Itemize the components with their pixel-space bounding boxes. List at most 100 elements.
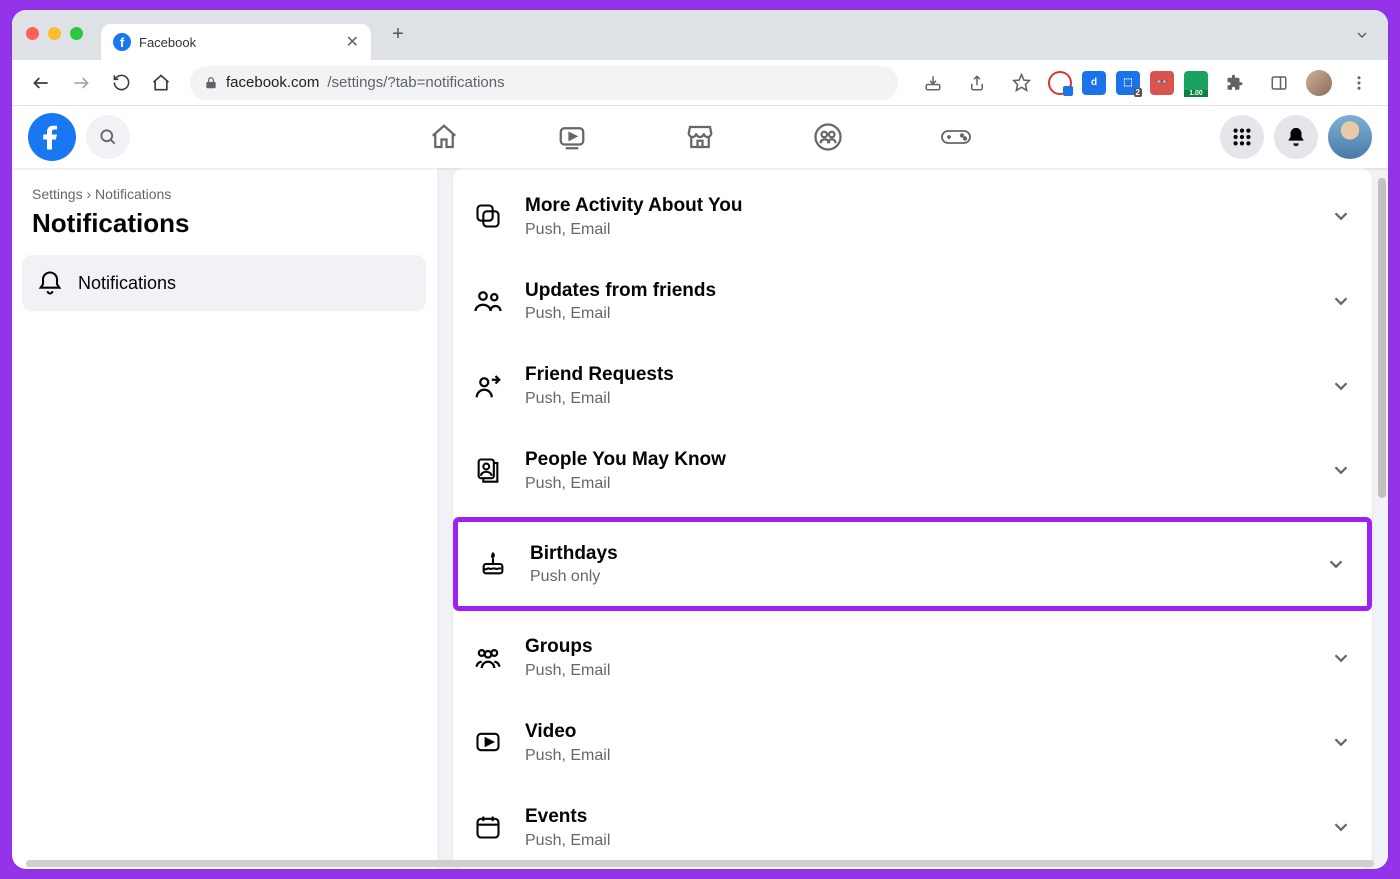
reload-button[interactable] <box>104 66 138 100</box>
home-button[interactable] <box>144 66 178 100</box>
friend-request-icon <box>473 371 503 401</box>
nav-marketplace-icon[interactable] <box>640 109 760 165</box>
chevron-down-icon <box>1330 816 1352 838</box>
extension-icon[interactable]: 👓 <box>1150 71 1174 95</box>
chevron-down-icon <box>1330 647 1352 669</box>
row-title: Events <box>525 805 1308 830</box>
kebab-menu-icon[interactable] <box>1342 66 1376 100</box>
row-sub: Push, Email <box>525 305 1308 323</box>
chevron-down-icon <box>1330 375 1352 397</box>
page-title: Notifications <box>22 208 426 255</box>
install-app-icon[interactable] <box>916 66 950 100</box>
people-icon <box>473 455 503 485</box>
row-video[interactable]: Video Push, Email <box>453 700 1372 785</box>
facebook-header <box>12 106 1388 168</box>
row-friend-requests[interactable]: Friend Requests Push, Email <box>453 343 1372 428</box>
chevron-down-icon <box>1330 459 1352 481</box>
content-area: Settings › Notifications Notifications N… <box>12 168 1388 869</box>
row-birthdays[interactable]: BirthdaysPush only <box>453 517 1372 612</box>
side-panel-icon[interactable] <box>1262 66 1296 100</box>
sidebar-item-notifications[interactable]: Notifications <box>22 255 426 311</box>
calendar-icon <box>473 812 503 842</box>
extension-icon[interactable] <box>1048 71 1072 95</box>
settings-sidebar: Settings › Notifications Notifications N… <box>12 168 437 869</box>
chevron-down-icon <box>1330 290 1352 312</box>
breadcrumb-current: Notifications <box>95 186 171 202</box>
row-title: Updates from friends <box>525 279 1308 304</box>
row-title: Groups <box>525 635 1308 660</box>
close-window-button[interactable] <box>26 27 39 40</box>
chevron-down-icon <box>1330 731 1352 753</box>
breadcrumb-settings-link[interactable]: Settings <box>32 186 83 202</box>
row-updates-friends[interactable]: Updates from friendsPush, Email <box>453 259 1372 344</box>
omnibox[interactable]: facebook.com/settings/?tab=notifications <box>190 66 898 100</box>
browser-tab[interactable]: f Facebook ✕ <box>101 24 371 60</box>
minimize-window-button[interactable] <box>48 27 61 40</box>
row-title: People You May Know <box>525 448 1308 473</box>
profile-avatar-icon[interactable] <box>1306 70 1332 96</box>
url-path: /settings/?tab=notifications <box>327 74 504 91</box>
notifications-button[interactable] <box>1274 115 1318 159</box>
close-tab-icon[interactable]: ✕ <box>346 32 359 52</box>
facebook-favicon-icon: f <box>113 33 131 51</box>
lock-icon <box>204 76 218 90</box>
toolbar-actions: d ⬚2 👓 1.00 <box>916 66 1376 100</box>
new-tab-button[interactable]: + <box>381 17 415 51</box>
row-title: Birthdays <box>530 542 1303 567</box>
breadcrumb: Settings › Notifications <box>22 186 426 202</box>
row-title: Video <box>525 720 1308 745</box>
search-button[interactable] <box>86 115 130 159</box>
menu-grid-button[interactable] <box>1220 115 1264 159</box>
row-groups[interactable]: Groups Push, Email <box>453 615 1372 700</box>
row-title: More Activity About You <box>525 194 1308 219</box>
sidebar-item-label: Notifications <box>78 273 176 294</box>
nav-watch-icon[interactable] <box>512 109 632 165</box>
browser-window: f Facebook ✕ + facebook.com/settings/?ta… <box>12 10 1388 869</box>
share-icon[interactable] <box>960 66 994 100</box>
bookmark-star-icon[interactable] <box>1004 66 1038 100</box>
nav-gaming-icon[interactable] <box>896 109 1016 165</box>
scrollbar-thumb[interactable] <box>1378 178 1386 498</box>
nav-groups-icon[interactable] <box>768 109 888 165</box>
row-sub: Push, Email <box>525 390 1308 408</box>
account-avatar[interactable] <box>1328 115 1372 159</box>
notifications-panel: More Activity About You Push, Email Updat… <box>453 168 1372 869</box>
row-sub: Push, Email <box>525 747 1308 765</box>
extensions-puzzle-icon[interactable] <box>1218 66 1252 100</box>
extension-icon[interactable]: 1.00 <box>1184 71 1208 95</box>
horizontal-scrollbar[interactable] <box>26 860 1374 867</box>
row-events[interactable]: Events Push, Email <box>453 785 1372 869</box>
window-controls <box>26 27 83 40</box>
facebook-logo-icon[interactable] <box>28 113 76 161</box>
url-host: facebook.com <box>226 74 319 91</box>
extension-icon[interactable]: ⬚2 <box>1116 71 1140 95</box>
forward-button[interactable] <box>64 66 98 100</box>
chevron-down-icon <box>1330 205 1352 227</box>
tab-title: Facebook <box>139 35 338 50</box>
row-sub: Push, Email <box>525 662 1308 680</box>
main-panel-wrap: More Activity About You Push, Email Updat… <box>437 168 1388 869</box>
tab-strip: f Facebook ✕ + <box>12 10 1388 60</box>
row-more-activity[interactable]: More Activity About You Push, Email <box>453 174 1372 259</box>
row-sub: Push, Email <box>525 475 1308 493</box>
bell-icon <box>36 269 64 297</box>
back-button[interactable] <box>24 66 58 100</box>
tabs-overflow-icon[interactable] <box>1354 27 1370 43</box>
breadcrumb-separator: › <box>86 186 91 202</box>
nav-home-icon[interactable] <box>384 109 504 165</box>
extension-icon[interactable]: d <box>1082 71 1106 95</box>
groups-icon <box>473 643 503 673</box>
row-sub: Push, Email <box>525 832 1308 850</box>
row-people-you-may-know[interactable]: People You May Know Push, Email <box>453 428 1372 513</box>
video-icon <box>473 727 503 757</box>
row-sub: Push, Email <box>525 221 1308 239</box>
row-title: Friend Requests <box>525 363 1308 388</box>
row-sub: Push only <box>530 568 1303 586</box>
activity-icon <box>473 201 503 231</box>
chevron-down-icon <box>1325 553 1347 575</box>
vertical-scrollbar[interactable] <box>1378 178 1388 859</box>
maximize-window-button[interactable] <box>70 27 83 40</box>
birthday-icon <box>478 549 508 579</box>
friends-icon <box>473 286 503 316</box>
address-bar-row: facebook.com/settings/?tab=notifications… <box>12 60 1388 106</box>
